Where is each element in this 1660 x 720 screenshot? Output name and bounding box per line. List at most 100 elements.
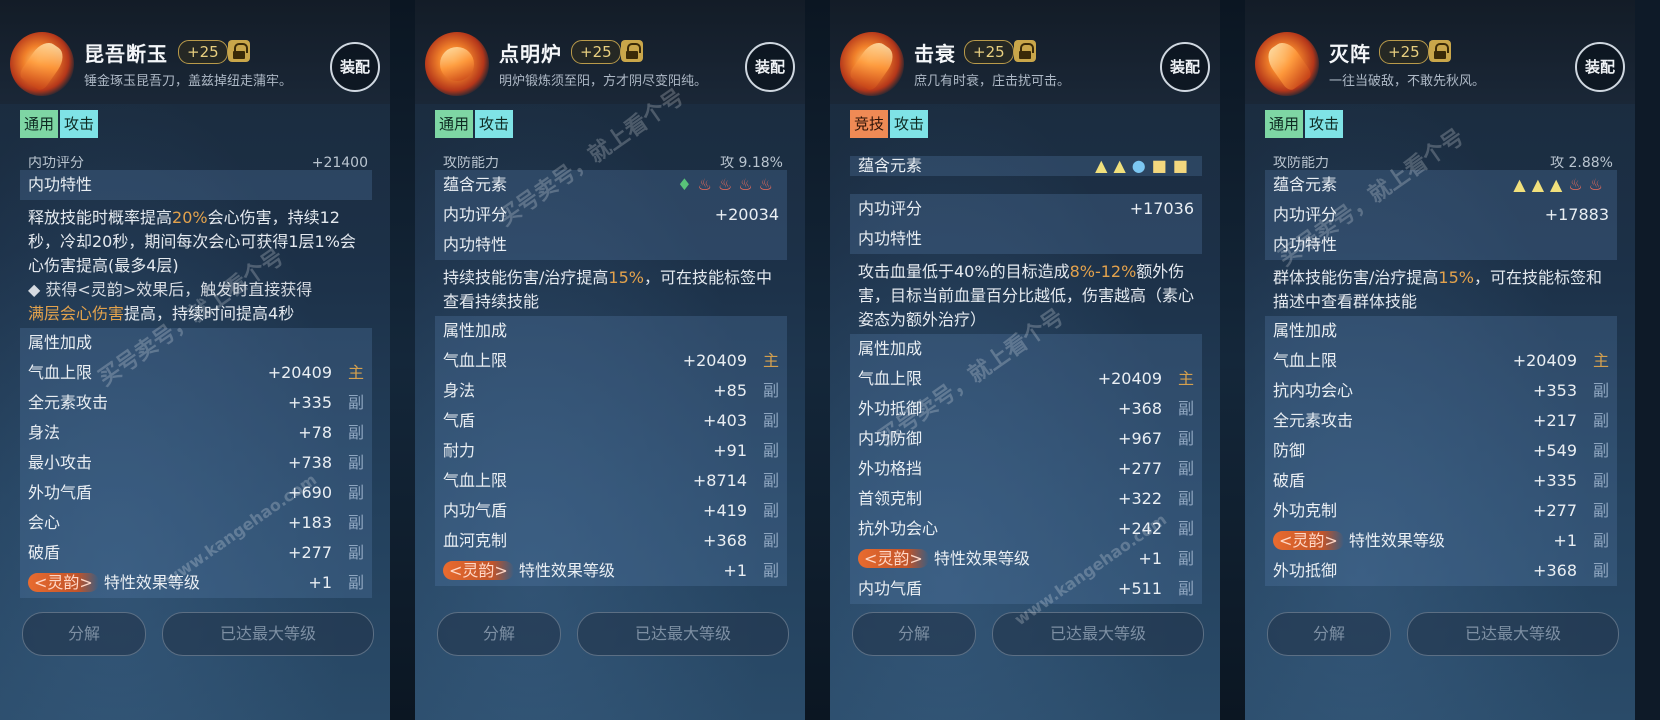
sub-attr-icon: 副 bbox=[1177, 549, 1194, 568]
attr-heading: 属性加成 bbox=[435, 316, 787, 346]
item-flavor-text: 锤金琢玉昆吾刀，盖兹掉纽走蒲牢。 bbox=[84, 74, 293, 89]
metal-element-icon: ■ bbox=[1151, 156, 1173, 175]
sub-attr-icon: 副 bbox=[762, 441, 779, 460]
attr-row: 最小攻击 +738 副 bbox=[20, 448, 372, 478]
sub-attr-icon: 副 bbox=[347, 423, 364, 442]
tag-attack: 攻击 bbox=[60, 110, 99, 138]
lock-icon[interactable] bbox=[228, 40, 250, 62]
tag-general: 通用 bbox=[20, 110, 59, 138]
water-element-icon: ● bbox=[1131, 156, 1152, 175]
decompose-button[interactable]: 分解 bbox=[1267, 612, 1391, 656]
sub-attr-icon: 副 bbox=[347, 453, 364, 472]
main-attr-icon: 主 bbox=[1177, 369, 1194, 388]
card-header: 击衰 +25 庶几有时衰，庄击扰可击。 装配 bbox=[830, 0, 1220, 104]
attr-heading: 属性加成 bbox=[850, 334, 1202, 364]
neigong-card-kunwu: 昆吾断玉 +25 锤金琢玉昆吾刀，盖兹掉纽走蒲牢。 装配 通用 攻击 内功评分 +… bbox=[0, 0, 390, 720]
item-icon bbox=[840, 32, 904, 96]
sub-attr-icon: 副 bbox=[1592, 471, 1609, 490]
tag-list: 竞技 攻击 bbox=[850, 110, 930, 138]
score-row: 内功评分 +17036 bbox=[850, 194, 1202, 224]
sub-attr-icon: 副 bbox=[762, 561, 779, 580]
item-title: 灭阵 bbox=[1329, 42, 1371, 66]
lingyun-tag: <灵韵> bbox=[443, 561, 514, 580]
element-icons: ♦♨♨♨♨ bbox=[677, 170, 779, 200]
attr-row: 首领克制 +322 副 bbox=[850, 484, 1202, 514]
tag-general: 通用 bbox=[1265, 110, 1304, 138]
attr-row: 抗外功会心 +242 副 bbox=[850, 514, 1202, 544]
sub-attr-icon: 副 bbox=[762, 411, 779, 430]
attr-row: 气血上限 +20409 主 bbox=[1265, 346, 1617, 376]
tag-attack: 攻击 bbox=[890, 110, 929, 138]
equip-button[interactable]: 装配 bbox=[1160, 42, 1210, 92]
item-title: 点明炉 bbox=[499, 42, 562, 66]
sub-attr-icon: 副 bbox=[762, 381, 779, 400]
level-badge: +25 bbox=[571, 40, 621, 64]
lock-icon[interactable] bbox=[1429, 40, 1451, 62]
tag-pvp: 竞技 bbox=[850, 110, 889, 138]
sub-attr-icon: 副 bbox=[1177, 579, 1194, 598]
fire-element-icon: ♨ bbox=[1588, 175, 1609, 194]
tag-list: 通用 攻击 bbox=[1265, 110, 1345, 138]
earth-element-icon: ▲ bbox=[1113, 156, 1132, 175]
lingyun-tag: <灵韵> bbox=[28, 573, 99, 592]
panel-divider bbox=[1220, 0, 1245, 720]
equip-button[interactable]: 装配 bbox=[1575, 42, 1625, 92]
card-scroll-body[interactable]: 攻防能力 攻 2.88% 蕴含元素 ▲▲▲♨♨ 内功评分 +17883 内功特性 … bbox=[1265, 156, 1617, 632]
element-row: 蕴含元素 ▲▲●■■ bbox=[850, 156, 1202, 176]
earth-element-icon: ▲ bbox=[1531, 175, 1550, 194]
lock-icon[interactable] bbox=[621, 40, 643, 62]
fire-element-icon: ♨ bbox=[738, 175, 759, 194]
max-level-button[interactable]: 已达最大等级 bbox=[162, 612, 374, 656]
trait-description: 释放技能时概率提高20%会心伤害，持续12秒，冷却20秒，期间每次会心可获得1层… bbox=[28, 208, 356, 323]
sub-attr-icon: 副 bbox=[762, 531, 779, 550]
level-badge: +25 bbox=[964, 40, 1014, 64]
element-icons: ▲▲●■■ bbox=[1095, 156, 1194, 176]
card-scroll-body[interactable]: 攻防能力 攻 9.18% 蕴含元素 ♦♨♨♨♨ 内功评分 +20034 内功特性 … bbox=[435, 156, 787, 632]
element-row: 蕴含元素 ♦♨♨♨♨ bbox=[435, 170, 787, 200]
card-scroll-body[interactable]: 蕴含元素 ▲▲●■■ 内功评分 +17036 内功特性 攻击血量低于40%的目标造… bbox=[850, 156, 1202, 632]
decompose-button[interactable]: 分解 bbox=[852, 612, 976, 656]
item-icon bbox=[10, 32, 74, 96]
trait-heading: 内功特性 bbox=[20, 170, 372, 200]
equip-button[interactable]: 装配 bbox=[330, 42, 380, 92]
sub-attr-icon: 副 bbox=[347, 573, 364, 592]
score-row: 内功评分 +17883 bbox=[1265, 200, 1617, 230]
attr-heading: 属性加成 bbox=[20, 328, 372, 358]
earth-element-icon: ▲ bbox=[1550, 175, 1569, 194]
main-attr-icon: 主 bbox=[762, 351, 779, 370]
earth-element-icon: ▲ bbox=[1513, 175, 1532, 194]
attr-row: 内功气盾 +511 副 bbox=[850, 574, 1202, 604]
fire-element-icon: ♨ bbox=[717, 175, 739, 194]
decompose-button[interactable]: 分解 bbox=[437, 612, 561, 656]
max-level-button[interactable]: 已达最大等级 bbox=[577, 612, 789, 656]
element-row: 蕴含元素 ▲▲▲♨♨ bbox=[1265, 170, 1617, 200]
sub-attr-icon: 副 bbox=[1177, 489, 1194, 508]
trait-heading: 内功特性 bbox=[435, 230, 787, 260]
element-icons: ▲▲▲♨♨ bbox=[1513, 170, 1609, 200]
neigong-card-dianminglu: 点明炉 +25 明炉锻炼须至阳，方才阴尽变阳纯。 装配 通用 攻击 攻防能力 攻 … bbox=[415, 0, 805, 720]
lingyun-tag: <灵韵> bbox=[1273, 531, 1344, 550]
sub-attr-icon: 副 bbox=[762, 501, 779, 520]
card-scroll-body[interactable]: 内功评分 +21400 内功特性 释放技能时概率提高20%会心伤害，持续12秒，… bbox=[20, 156, 372, 632]
wood-element-icon: ♦ bbox=[677, 175, 698, 194]
sub-attr-icon: 副 bbox=[1177, 399, 1194, 418]
attr-row: 外功抵御 +368 副 bbox=[850, 394, 1202, 424]
attr-row: 外功抵御 +368 副 bbox=[1265, 556, 1617, 586]
item-flavor-text: 一往当破敌，不敢先秋风。 bbox=[1329, 74, 1486, 89]
sub-attr-icon: 副 bbox=[347, 393, 364, 412]
lock-icon[interactable] bbox=[1014, 40, 1036, 62]
equip-button[interactable]: 装配 bbox=[745, 42, 795, 92]
neigong-card-miezhen: 灭阵 +25 一往当破敌，不敢先秋风。 装配 通用 攻击 攻防能力 攻 2.88%… bbox=[1245, 0, 1635, 720]
attr-row: 会心 +183 副 bbox=[20, 508, 372, 538]
decompose-button[interactable]: 分解 bbox=[22, 612, 146, 656]
lingyun-row: <灵韵> 特性效果等级 +1 副 bbox=[1265, 526, 1617, 556]
attr-row: 身法 +78 副 bbox=[20, 418, 372, 448]
panel-divider bbox=[390, 0, 415, 720]
lingyun-row: <灵韵> 特性效果等级 +1 副 bbox=[850, 544, 1202, 574]
stat-value: +21400 bbox=[311, 156, 368, 170]
sub-attr-icon: 副 bbox=[1592, 441, 1609, 460]
tag-general: 通用 bbox=[435, 110, 474, 138]
sub-attr-icon: 副 bbox=[1177, 429, 1194, 448]
max-level-button[interactable]: 已达最大等级 bbox=[1407, 612, 1619, 656]
max-level-button[interactable]: 已达最大等级 bbox=[992, 612, 1204, 656]
